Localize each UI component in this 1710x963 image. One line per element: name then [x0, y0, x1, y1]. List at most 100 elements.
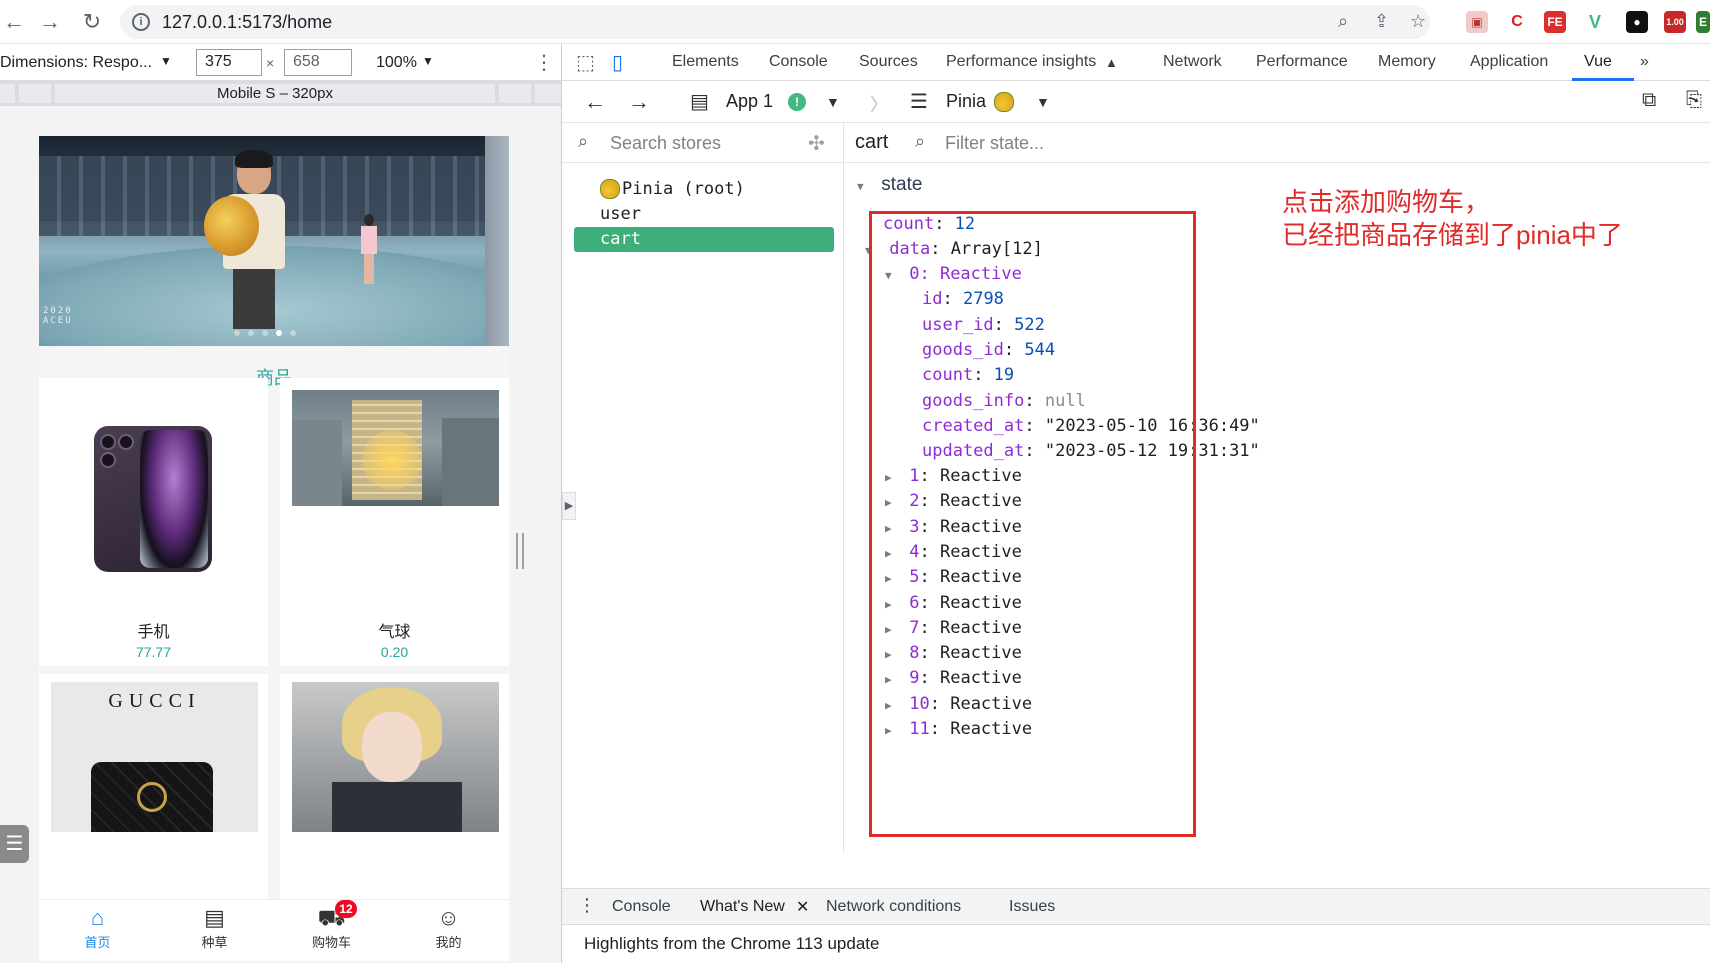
extension-2-icon[interactable]: C: [1506, 11, 1528, 33]
tab-vue[interactable]: Vue: [1584, 53, 1612, 71]
tab-application[interactable]: Application: [1470, 53, 1548, 71]
banner-carousel[interactable]: 2020 ACEU: [39, 136, 509, 346]
device-toggle-icon[interactable]: ▯: [612, 50, 623, 75]
more-tabs-icon[interactable]: »: [1640, 53, 1649, 71]
dimensions-select[interactable]: Dimensions: Respo...: [0, 54, 152, 72]
back-icon[interactable]: ←: [0, 8, 28, 36]
extension-3-icon[interactable]: ●: [1626, 11, 1648, 33]
girl-dress: [361, 226, 377, 254]
breadcrumb-separator-icon: 〉: [870, 95, 888, 115]
stores-pane: ⌕ Search stores ✣ Pinia (root) user cart: [562, 123, 844, 853]
drawer-menu-icon[interactable]: ⋮: [578, 895, 596, 916]
product-card[interactable]: GUCCI: [39, 674, 268, 904]
state-section[interactable]: ▼ state: [857, 172, 922, 197]
filter-state-input[interactable]: Filter state...: [945, 133, 1044, 154]
tab-sources[interactable]: Sources: [859, 53, 918, 71]
plugin-caret-icon[interactable]: ▼: [1036, 94, 1050, 110]
app-window-icon: ▤: [690, 91, 709, 113]
zoom-select[interactable]: 100%: [376, 54, 417, 72]
carousel-dot[interactable]: [248, 330, 254, 336]
url-text[interactable]: 127.0.0.1:5173/home: [162, 12, 332, 33]
copy-icon[interactable]: ⧉: [1642, 89, 1656, 112]
share-icon[interactable]: ⇪: [1374, 11, 1389, 32]
height-input[interactable]: 658: [284, 49, 352, 76]
vue-devtools-icon[interactable]: V: [1584, 11, 1606, 33]
back-arrow-icon[interactable]: ←: [584, 89, 606, 115]
carousel-dot[interactable]: [290, 330, 296, 336]
carousel-dot[interactable]: [234, 330, 240, 336]
ruler-segment[interactable]: [0, 84, 15, 103]
bookmark-star-icon[interactable]: ☆: [1410, 11, 1426, 32]
figure-face: [362, 712, 422, 782]
puzzle-icon[interactable]: ✣: [808, 131, 825, 156]
extension-fe-icon[interactable]: FE: [1544, 11, 1566, 33]
banner-girl: [361, 214, 377, 284]
ruler-segment[interactable]: [499, 84, 531, 103]
stores-search[interactable]: ⌕ Search stores ✣: [562, 123, 844, 163]
bottom-tabbar: ⌂ 首页 ▤ 种草 ⛟ 12 购物车 ☺ 我的: [39, 899, 509, 961]
reload-icon[interactable]: ↻: [78, 8, 106, 36]
drawer-tab-issues[interactable]: Issues: [1009, 898, 1055, 916]
site-info-icon[interactable]: i: [132, 13, 150, 31]
inspect-element-icon[interactable]: ⬚: [576, 50, 595, 75]
person-hair: [235, 150, 273, 168]
extension-4-icon[interactable]: 1.00: [1664, 11, 1686, 33]
tab-network[interactable]: Network: [1163, 53, 1222, 71]
more-options-icon[interactable]: ⋮: [534, 50, 554, 75]
address-bar[interactable]: i 127.0.0.1:5173/home ⌕ ⇪ ☆: [120, 5, 1430, 39]
girl-head: [364, 214, 374, 226]
tab-performance-insights[interactable]: Performance insights: [946, 53, 1096, 71]
search-icon: ⌕: [578, 131, 589, 151]
annotation-line-2: 已经把商品存储到了pinia中了: [1282, 220, 1623, 250]
drawer-tab-whats-new[interactable]: What's New: [700, 898, 785, 916]
product-price: 0.20: [380, 644, 409, 660]
store-item-root[interactable]: Pinia (root): [574, 177, 834, 202]
extension-5-icon[interactable]: E: [1696, 11, 1710, 33]
product-card[interactable]: 手机 77.77: [39, 378, 268, 666]
phone-camera: [118, 434, 134, 450]
stores-search-input[interactable]: Search stores: [610, 133, 721, 154]
collapse-pane-icon[interactable]: ▶: [562, 492, 576, 520]
dimensions-caret-icon[interactable]: ▼: [160, 54, 172, 68]
zoom-caret-icon[interactable]: ▼: [422, 54, 434, 68]
tab-home[interactable]: ⌂ 首页: [39, 904, 156, 951]
product-image-figure: [292, 682, 499, 832]
cart-badge: 12: [335, 900, 357, 918]
store-item-user[interactable]: user: [574, 202, 834, 227]
product-card[interactable]: [280, 674, 509, 904]
tab-label: 首页: [84, 935, 111, 950]
extension-1-icon[interactable]: ▣: [1466, 11, 1488, 33]
ruler-segment[interactable]: [19, 84, 51, 103]
tab-elements[interactable]: Elements: [672, 53, 739, 71]
carousel-dot-active[interactable]: [276, 330, 282, 336]
tab-cart[interactable]: ⛟ 12 购物车: [273, 900, 390, 951]
app-selector[interactable]: App 1: [726, 91, 773, 112]
zoom-icon[interactable]: ⌕: [1338, 11, 1348, 32]
tab-memory[interactable]: Memory: [1378, 53, 1436, 71]
annotation-text: 点击添加购物车， 已经把商品存储到了pinia中了: [1282, 186, 1623, 252]
whats-new-headline: Highlights from the Chrome 113 update: [584, 934, 880, 953]
tab-performance[interactable]: Performance: [1256, 53, 1348, 71]
forward-icon[interactable]: →: [36, 8, 64, 36]
ruler-segment[interactable]: [535, 84, 561, 103]
product-name: 手机: [137, 624, 170, 641]
carousel-dot[interactable]: [262, 330, 268, 336]
drawer-tab-network-conditions[interactable]: Network conditions: [826, 898, 961, 916]
paste-icon[interactable]: ⎘: [1686, 89, 1702, 112]
tab-mine[interactable]: ☺ 我的: [390, 904, 507, 951]
ruler-label[interactable]: Mobile S – 320px: [55, 84, 495, 103]
plugin-selector[interactable]: Pinia: [946, 91, 986, 112]
tab-notes[interactable]: ▤ 种草: [156, 904, 273, 951]
annotation-line-1: 点击添加购物车，: [1282, 187, 1491, 217]
drawer-tab-console[interactable]: Console: [612, 898, 671, 916]
times-icon: ×: [266, 55, 275, 71]
product-card[interactable]: 气球 0.20: [280, 378, 509, 666]
floating-menu-icon[interactable]: ☰: [0, 825, 29, 863]
app-caret-icon[interactable]: ▼: [826, 94, 840, 110]
tab-console[interactable]: Console: [769, 53, 828, 71]
forward-arrow-icon[interactable]: →: [628, 89, 650, 115]
width-input[interactable]: 375: [196, 49, 262, 76]
close-icon[interactable]: ✕: [796, 897, 809, 917]
resize-handle[interactable]: [516, 533, 524, 569]
store-item-cart[interactable]: cart: [574, 227, 834, 252]
